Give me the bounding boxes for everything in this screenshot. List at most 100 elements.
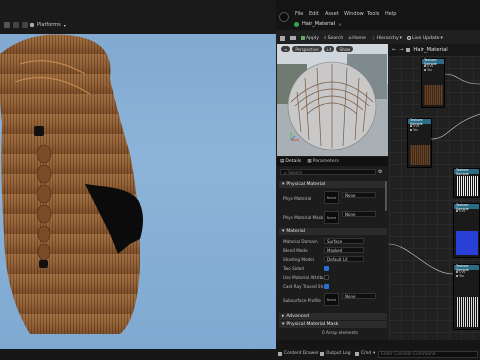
shading-model-label: Shading Model <box>283 257 314 262</box>
tab-details-label: Details <box>285 159 302 164</box>
menu-edit[interactable]: Edit <box>309 11 319 17</box>
graph-wires <box>389 73 480 275</box>
transform-icon[interactable] <box>13 22 19 28</box>
chevron-right-icon: ▸ <box>282 314 285 319</box>
preview-menu-button[interactable]: ≡ <box>281 46 291 52</box>
menu-tools[interactable]: Tools <box>367 11 379 17</box>
two-sided-label: Two Sided <box>283 266 304 271</box>
phys-material-mask-dropdown[interactable]: None <box>342 211 376 217</box>
blend-mode-value: Masked <box>327 247 343 253</box>
chevron-down-icon: ▾ <box>440 35 443 41</box>
chevron-down-icon: ▾ <box>63 22 66 28</box>
phys-material-thumbnail[interactable]: None <box>324 191 339 204</box>
phys-material-value: None <box>345 192 356 198</box>
home-label: Home <box>352 35 366 41</box>
blend-mode-dropdown[interactable]: Masked <box>324 247 364 253</box>
close-icon[interactable]: ✕ <box>338 22 341 27</box>
viewport-toolbar: Platforms ▾ <box>0 0 276 34</box>
phys-material-dropdown[interactable]: None <box>342 192 376 198</box>
grid-icon[interactable] <box>22 22 28 28</box>
two-sided-checkbox[interactable] <box>324 266 329 271</box>
drawer-icon <box>278 351 282 356</box>
details-scrollbar[interactable] <box>385 181 387 211</box>
platforms-menu[interactable]: Platforms ▾ <box>30 20 66 30</box>
viewport-tools <box>4 20 28 30</box>
material-icon <box>294 21 299 27</box>
details-panel: ▤ Details ▦ Parameters ⌕ Search ⚙ ▾ Physical… <box>277 157 388 340</box>
category-material-label: Material <box>286 229 305 234</box>
live-update-button[interactable]: Live Update ▾ <box>406 35 443 41</box>
hierarchy-button[interactable]: ⋮ Hierarchy ▾ <box>371 36 402 41</box>
hair-model <box>0 34 143 334</box>
folder-icon <box>290 36 296 40</box>
menu-asset[interactable]: Asset <box>325 11 339 17</box>
lit-button[interactable]: Lit <box>323 46 335 52</box>
output-log-button[interactable]: Output Log <box>320 351 351 356</box>
asset-tab[interactable]: Hair_Material ✕ <box>294 21 341 27</box>
preview-scene <box>277 44 388 156</box>
search-icon: ⌕ <box>284 169 287 175</box>
apply-label: Apply <box>306 35 319 41</box>
menu-file[interactable]: File <box>295 11 303 17</box>
tab-parameters[interactable]: ▦ Parameters <box>307 159 339 164</box>
settings-gear-icon[interactable]: ⚙ <box>378 169 382 175</box>
material-domain-dropdown[interactable]: Surface <box>324 238 364 244</box>
menu-items: File Edit Asset Window Tools Help <box>295 11 480 17</box>
subsurface-dropdown[interactable]: None <box>342 293 376 299</box>
apply-button[interactable]: Apply <box>301 36 319 41</box>
details-search-input[interactable]: ⌕ Search <box>280 169 376 175</box>
menu-help[interactable]: Help <box>385 11 396 17</box>
search-icon: ⌕ <box>323 36 327 41</box>
show-button[interactable]: Show <box>336 46 354 52</box>
home-button[interactable]: ⌂ Home <box>348 36 366 41</box>
live-update-label: Live Update <box>411 35 440 41</box>
preview-toolbar: ≡ Perspective Lit Show <box>281 46 354 52</box>
menu-bar: File Edit Asset Window Tools Help Hair_M… <box>276 0 480 30</box>
show-label: Show <box>339 46 351 52</box>
blend-mode-label: Blend Mode <box>283 248 308 253</box>
console-input[interactable]: Enter Console Command <box>378 351 478 358</box>
category-physical-material[interactable]: ▾ Physical Material <box>279 181 387 188</box>
chevron-down-icon: ▾ <box>373 351 376 356</box>
live-update-icon <box>406 36 411 40</box>
details-icon: ▤ <box>280 159 285 164</box>
log-icon <box>320 351 324 356</box>
subsurface-thumbnail[interactable]: None <box>324 293 339 306</box>
save-button[interactable] <box>280 35 285 41</box>
menu-window[interactable]: Window <box>344 11 364 17</box>
material-domain-label: Material Domain <box>283 239 318 244</box>
status-bar: Content Drawer Output Log Cmd ▾ Enter Con… <box>0 349 480 360</box>
perspective-button[interactable]: Perspective <box>292 46 322 52</box>
phys-material-mask-thumbnail[interactable]: None <box>324 211 339 224</box>
browse-button[interactable] <box>290 36 296 40</box>
cast-ray-traced-checkbox[interactable] <box>324 284 329 289</box>
content-drawer-button[interactable]: Content Drawer <box>278 351 319 356</box>
chevron-down-icon: ▾ <box>282 322 285 327</box>
phys-material-mask-none: None <box>326 215 337 220</box>
tab-details[interactable]: ▤ Details <box>280 159 301 164</box>
material-preview-viewport[interactable]: ≡ Perspective Lit Show <box>277 44 388 156</box>
chevron-down-icon: ▾ <box>282 229 285 234</box>
material-domain-value: Surface <box>327 238 343 244</box>
search-button[interactable]: ⌕ Search <box>323 35 344 42</box>
subsurface-profile-label: Subsurface Profile <box>283 298 321 303</box>
use-material-attributes-checkbox[interactable] <box>324 275 329 280</box>
category-material[interactable]: ▾ Material <box>279 228 387 235</box>
phys-material-mask-label: Phys Material Mask <box>283 215 324 220</box>
category-physical-material-label: Physical Material <box>286 182 326 187</box>
shading-model-dropdown[interactable]: Default Lit <box>324 256 364 262</box>
search-label: Search <box>327 35 344 41</box>
platforms-icon <box>30 23 34 27</box>
use-material-attributes-label: Use Material Attribu.. <box>283 275 328 280</box>
parameters-icon: ▦ <box>307 159 312 164</box>
save-icon <box>280 35 285 41</box>
platforms-label: Platforms <box>37 22 61 28</box>
level-viewport[interactable] <box>0 0 276 350</box>
cmd-button[interactable]: Cmd ▾ <box>355 351 375 356</box>
category-physical-material-mask[interactable]: ▾ Physical Material Mask <box>279 321 387 328</box>
category-advanced[interactable]: ▸ Advanced <box>279 313 387 320</box>
details-tabs: ▤ Details ▦ Parameters <box>277 157 388 166</box>
select-icon[interactable] <box>4 22 10 28</box>
subsurface-none: None <box>326 297 337 302</box>
console-placeholder: Enter Console Command <box>381 352 436 357</box>
